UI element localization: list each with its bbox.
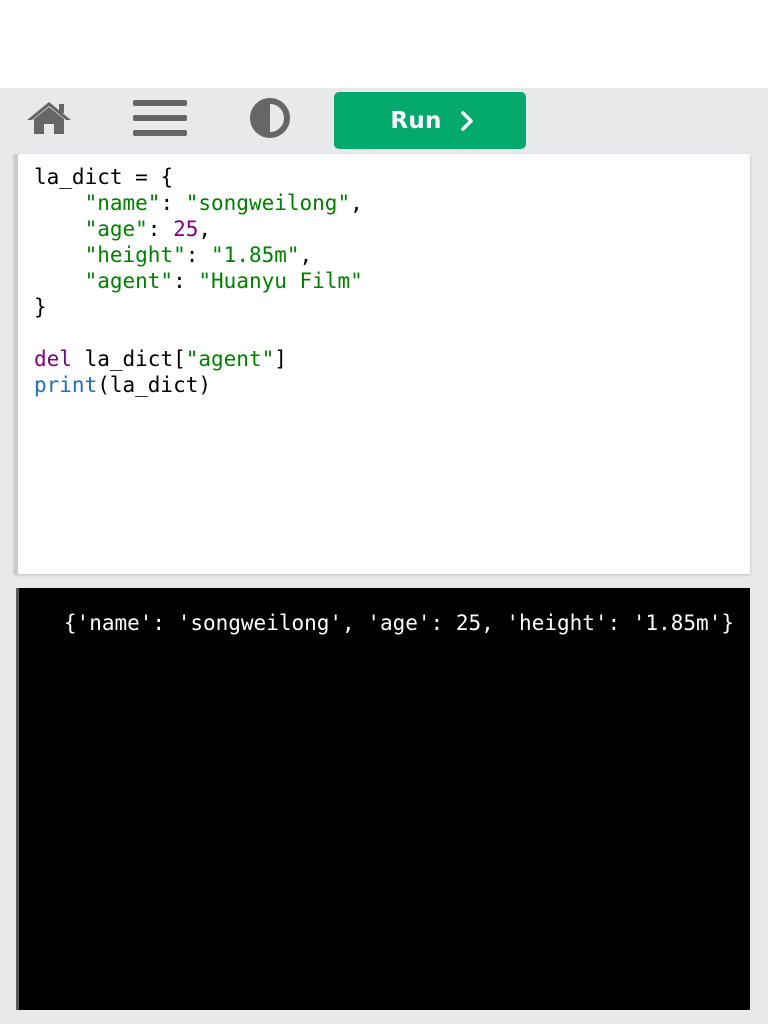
code-token: 25: [173, 217, 199, 241]
code-token: "Huanyu Film": [198, 269, 363, 293]
menu-icon[interactable]: [128, 96, 192, 140]
code-token: la_dict: [34, 165, 123, 189]
toolbar: Run: [0, 88, 768, 152]
code-token: "songweilong": [185, 191, 351, 215]
code-token: = {: [122, 165, 174, 189]
code-token: print: [34, 373, 98, 397]
code-token: }: [34, 295, 47, 319]
contrast-icon[interactable]: [244, 96, 296, 140]
code-token: "age": [84, 217, 148, 241]
chevron-right-icon: [460, 110, 474, 131]
code-token: "height": [84, 243, 186, 267]
code-token: (la_dict): [97, 373, 212, 397]
code-token: "agent": [84, 269, 174, 293]
code-token: "agent": [185, 347, 275, 371]
code-content[interactable]: la_dict = { "name": "songweilong", "age"…: [34, 164, 363, 398]
home-icon[interactable]: [22, 96, 76, 140]
code-token: "name": [84, 191, 161, 215]
code-editor[interactable]: la_dict = { "name": "songweilong", "age"…: [14, 154, 750, 574]
run-button[interactable]: Run: [334, 92, 526, 149]
code-token: ]: [274, 347, 287, 371]
code-editor-app: Run la_dict = { "name": "songweilong", "…: [0, 88, 768, 1024]
code-token: la_dict[: [71, 347, 186, 371]
output-console[interactable]: {'name': 'songweilong', 'age': 25, 'heig…: [16, 588, 750, 1010]
code-token: del: [34, 347, 72, 371]
output-text: {'name': 'songweilong', 'age': 25, 'heig…: [63, 611, 734, 635]
browser-top-area: [0, 0, 768, 88]
run-button-label: Run: [390, 107, 442, 134]
code-token: "1.85m": [211, 243, 300, 267]
